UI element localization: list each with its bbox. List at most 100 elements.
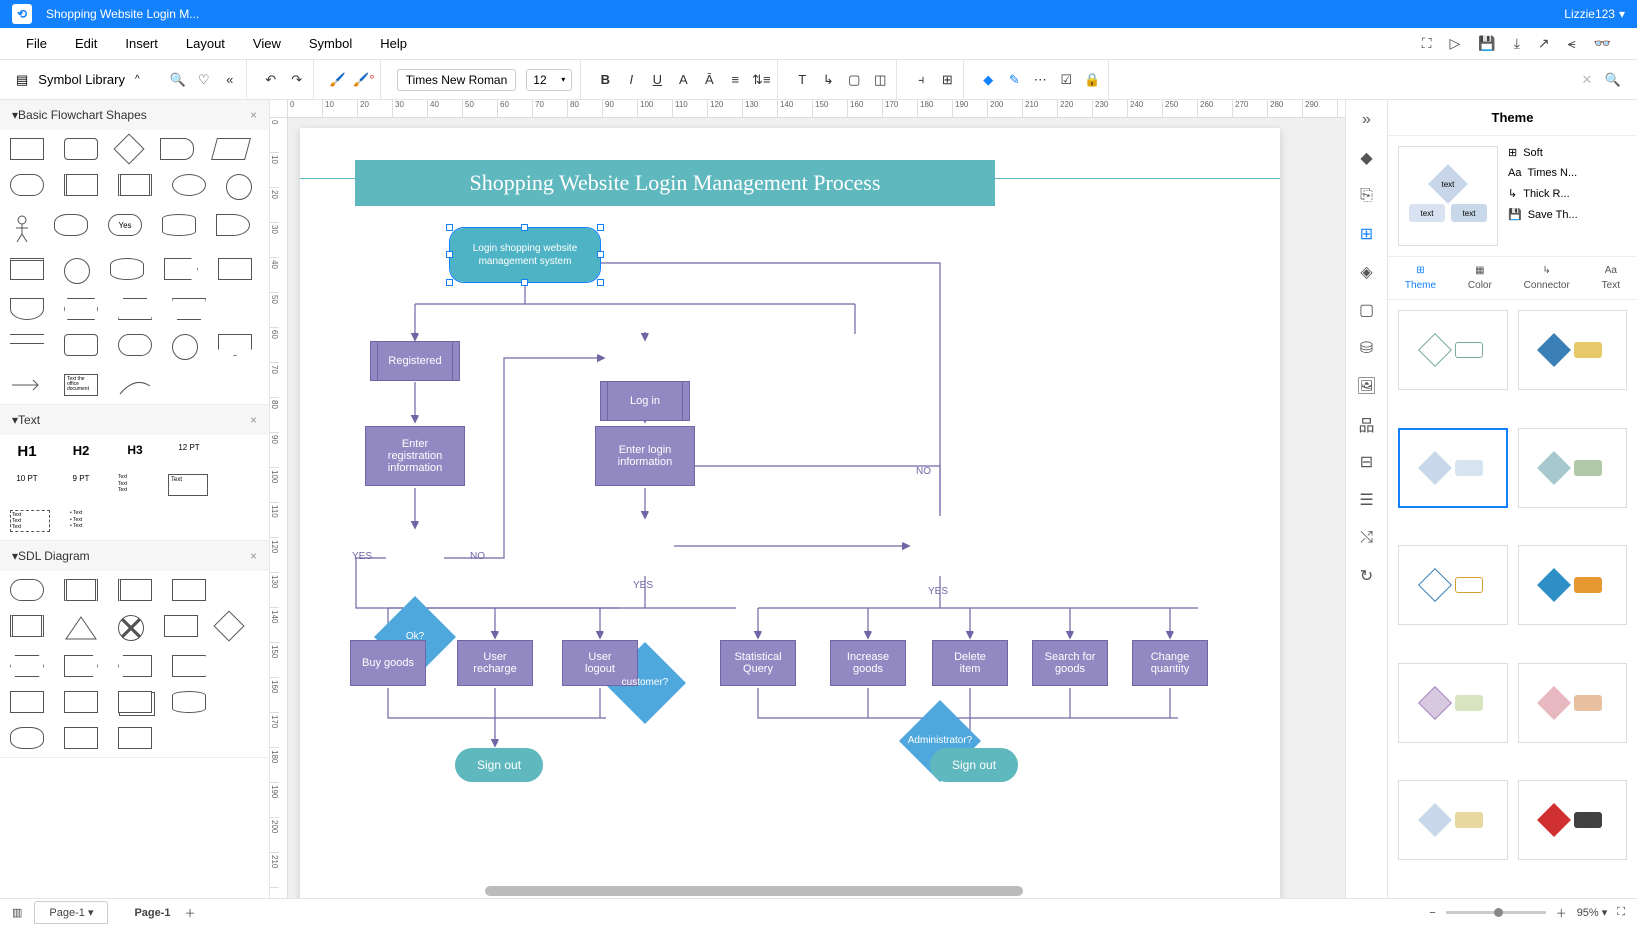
close-icon[interactable]: × [250, 549, 257, 563]
shape-icon[interactable]: ◫ [872, 72, 888, 88]
shape-manual[interactable] [118, 298, 152, 320]
opt-font[interactable]: AaTimes N... [1508, 167, 1627, 179]
theme-option[interactable] [1398, 663, 1508, 743]
user-menu[interactable]: Lizzie123 ▾ [1564, 7, 1625, 21]
chevron-up-icon[interactable]: ^ [135, 74, 140, 85]
shape-cylinder[interactable] [162, 214, 196, 236]
sdl-block[interactable] [10, 615, 44, 637]
node-delete[interactable]: Delete item [932, 640, 1008, 686]
bold-icon[interactable]: B [597, 72, 613, 88]
shape-lines[interactable] [10, 334, 44, 344]
shape-diamond[interactable] [113, 133, 144, 164]
shape-predef[interactable] [64, 174, 98, 196]
theme-option-active[interactable] [1398, 428, 1508, 508]
zoom-in-icon[interactable]: ＋ [1556, 905, 1567, 921]
text-10pt[interactable]: 10 PT [10, 474, 44, 496]
sdl-stack[interactable] [118, 691, 152, 713]
fill-icon[interactable]: ◆ [980, 72, 996, 88]
pages-icon[interactable]: ▥ [12, 906, 22, 919]
theme-option[interactable] [1398, 780, 1508, 860]
library-label[interactable]: Symbol Library [38, 72, 125, 87]
opt-soft[interactable]: ⊞Soft [1508, 146, 1627, 159]
shape-subprocess[interactable] [118, 174, 152, 196]
font-size-select[interactable]: 12 ▾ [526, 69, 572, 91]
shape-circle2[interactable] [64, 258, 90, 284]
tools-icon[interactable]: ✕ [1579, 72, 1595, 88]
image-tool-icon[interactable]: ⎘ [1357, 186, 1377, 206]
sdl-msg-in[interactable] [118, 655, 152, 677]
shape-yes-pill[interactable]: Yes [108, 214, 142, 236]
text-h2[interactable]: H2 [64, 443, 98, 460]
sdl-rect6[interactable] [118, 727, 152, 749]
node-recharge[interactable]: User recharge [457, 640, 533, 686]
shape-display[interactable] [160, 138, 194, 160]
tab-connector[interactable]: ↳Connector [1524, 265, 1570, 291]
edit-shape-icon[interactable]: ☑ [1058, 72, 1074, 88]
tab-text[interactable]: AaText [1602, 265, 1620, 291]
data-icon[interactable]: ⊟ [1357, 452, 1377, 472]
sdl-terminator[interactable] [10, 579, 44, 601]
sdl-input[interactable] [118, 579, 152, 601]
section-head-text[interactable]: ▾ Text × [0, 405, 269, 435]
shape-note[interactable]: Text the office document [64, 374, 98, 396]
shape-delay[interactable] [216, 214, 250, 236]
menu-insert[interactable]: Insert [111, 36, 172, 51]
download-icon[interactable]: ⤓ [1514, 35, 1520, 52]
diagram-title[interactable]: Shopping Website Login Management Proces… [355, 160, 995, 206]
text-paragraph[interactable]: TextTextText [118, 474, 148, 496]
shape-blob[interactable] [54, 214, 88, 236]
app-logo[interactable]: ⟲ [12, 4, 32, 24]
shape-tag[interactable] [164, 258, 198, 280]
search-canvas-icon[interactable]: 🔍 [1605, 72, 1621, 88]
zoom-value[interactable]: 95% ▾ [1577, 906, 1608, 919]
shape-round-rect[interactable] [64, 138, 98, 160]
export-icon[interactable]: ↗ [1538, 35, 1550, 52]
shape-curve[interactable] [118, 374, 152, 396]
section-head-flowchart[interactable]: ▾ Basic Flowchart Shapes × [0, 100, 269, 130]
play-icon[interactable]: ▷ [1450, 35, 1461, 52]
close-icon[interactable]: × [250, 108, 257, 122]
section-head-sdl[interactable]: ▾ SDL Diagram × [0, 541, 269, 571]
horizontal-scrollbar[interactable] [485, 886, 1023, 896]
italic-icon[interactable]: I [623, 72, 639, 88]
menu-layout[interactable]: Layout [172, 36, 239, 51]
shape-circle3[interactable] [172, 334, 198, 360]
search-icon[interactable]: 🔍 [170, 72, 186, 88]
menu-edit[interactable]: Edit [61, 36, 111, 51]
opt-save[interactable]: 💾Save Th... [1508, 208, 1627, 221]
theme-option[interactable] [1518, 663, 1628, 743]
text-h1[interactable]: H1 [10, 443, 44, 460]
line-spacing-icon[interactable]: ⇅≡ [753, 72, 769, 88]
sdl-rect2[interactable] [164, 615, 198, 637]
undo-icon[interactable]: ↶ [263, 72, 279, 88]
node-enter-reg[interactable]: Enter registration information [365, 426, 465, 486]
node-signout2[interactable]: Sign out [930, 748, 1018, 782]
text-12pt[interactable]: 12 PT [172, 443, 206, 460]
shape-cylinder2[interactable] [110, 258, 144, 280]
node-buy[interactable]: Buy goods [350, 640, 426, 686]
node-enter-login[interactable]: Enter login information [595, 426, 695, 486]
presentation-icon[interactable]: ▢ [1357, 300, 1377, 320]
shape-doc[interactable] [10, 298, 44, 320]
page-select[interactable]: Page-1 ▾ [34, 901, 108, 924]
picture-icon[interactable]: 🖼 [1357, 376, 1377, 396]
redo-icon[interactable]: ↷ [289, 72, 305, 88]
line-color-icon[interactable]: ✎ [1006, 72, 1022, 88]
format-painter-icon[interactable]: 🖌️ [330, 72, 346, 88]
close-icon[interactable]: × [250, 413, 257, 427]
text-box[interactable]: Text [168, 474, 208, 496]
node-login[interactable]: Log in [600, 381, 690, 421]
shape-circle[interactable] [226, 174, 252, 200]
theme-option[interactable] [1518, 780, 1628, 860]
shape-internal-storage[interactable] [10, 258, 44, 280]
font-select[interactable]: Times New Roman [397, 69, 517, 91]
database-icon[interactable]: ⛁ [1357, 338, 1377, 358]
text-9pt[interactable]: 9 PT [64, 474, 98, 496]
history-icon[interactable]: ↻ [1357, 566, 1377, 586]
shape-round2[interactable] [64, 334, 98, 356]
rows-icon[interactable]: ☰ [1357, 490, 1377, 510]
shape-trap[interactable] [172, 298, 206, 320]
fullscreen-icon[interactable]: ⛶ [1617, 906, 1625, 919]
theme-option[interactable] [1518, 428, 1628, 508]
shape-prep[interactable] [64, 298, 98, 320]
